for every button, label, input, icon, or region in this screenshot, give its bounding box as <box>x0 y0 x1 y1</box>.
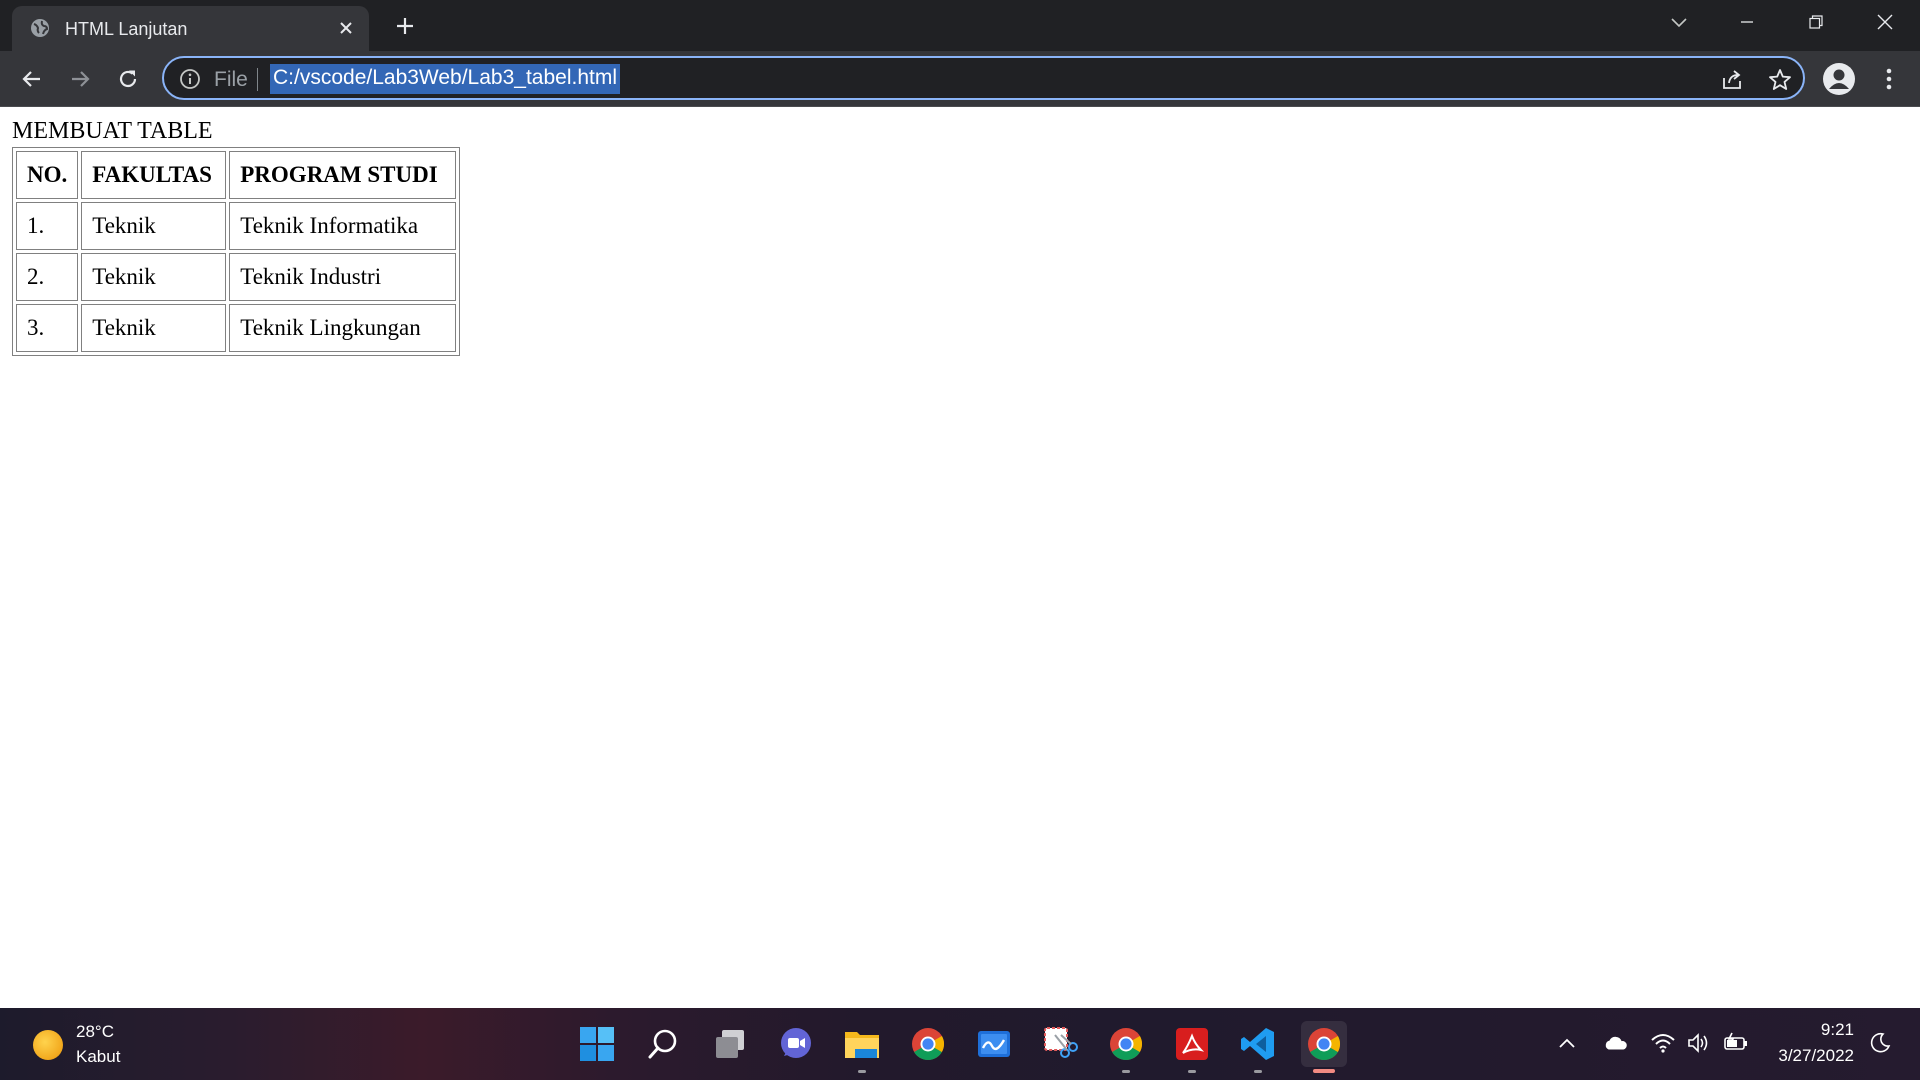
focus-assist-moon-icon[interactable] <box>1867 1030 1893 1056</box>
forward-arrow-icon[interactable] <box>62 61 98 97</box>
share-icon[interactable] <box>1719 67 1745 93</box>
running-indicator <box>858 1070 866 1073</box>
running-indicator <box>1188 1070 1196 1073</box>
reload-icon[interactable] <box>110 61 146 97</box>
more-menu-icon[interactable] <box>1874 63 1904 95</box>
cell-program-studi: Teknik Lingkungan <box>229 304 457 352</box>
clock-date: 3/27/2022 <box>1778 1046 1854 1065</box>
running-indicator <box>1122 1070 1130 1073</box>
wifi-icon[interactable] <box>1650 1030 1676 1056</box>
restore-icon[interactable] <box>1796 8 1836 36</box>
search-icon[interactable] <box>640 1021 686 1067</box>
cell-no: 1. <box>16 202 79 250</box>
clock-time: 9:21 <box>1820 1020 1854 1039</box>
site-info-icon[interactable] <box>179 68 201 90</box>
weather-condition: Kabut <box>76 1047 121 1066</box>
vscode-icon[interactable] <box>1235 1021 1281 1073</box>
address-bar[interactable]: File C:/vscode/Lab3Web/Lab3_tabel.html <box>162 56 1805 100</box>
page-viewport: MEMBUAT TABLE NO. FAKULTAS PROGRAM STUDI… <box>0 108 1920 1008</box>
tab-title: HTML Lanjutan <box>65 19 188 39</box>
new-tab-icon[interactable] <box>392 13 418 39</box>
start-icon[interactable] <box>574 1021 620 1067</box>
column-header-program-studi: PROGRAM STUDI <box>229 151 457 199</box>
cell-fakultas: Teknik <box>81 304 227 352</box>
column-header-no: NO. <box>16 151 79 199</box>
weather-temperature: 28°C <box>76 1022 114 1041</box>
whiteboard-icon[interactable] <box>971 1021 1017 1067</box>
teams-chat-icon[interactable] <box>773 1021 819 1067</box>
back-arrow-icon[interactable] <box>14 61 50 97</box>
browser-tab-strip: HTML Lanjutan <box>0 0 1920 51</box>
chrome-icon[interactable] <box>905 1021 951 1067</box>
address-separator <box>257 68 258 91</box>
browser-tab-active[interactable]: HTML Lanjutan <box>12 6 369 51</box>
cell-no: 3. <box>16 304 79 352</box>
globe-icon <box>29 17 51 39</box>
url-scheme-label: File <box>214 68 248 91</box>
battery-charging-icon[interactable] <box>1723 1030 1749 1056</box>
table-row: 3. Teknik Teknik Lingkungan <box>16 304 457 352</box>
close-window-icon[interactable] <box>1865 8 1905 36</box>
cell-fakultas: Teknik <box>81 202 227 250</box>
cell-program-studi: Teknik Industri <box>229 253 457 301</box>
table-row: 2. Teknik Teknik Industri <box>16 253 457 301</box>
tab-search-chevron-down-icon[interactable] <box>1659 8 1699 36</box>
minimize-icon[interactable] <box>1727 8 1767 36</box>
chrome-icon[interactable] <box>1301 1021 1347 1073</box>
volume-icon[interactable] <box>1685 1030 1711 1056</box>
snipping-tool-icon[interactable] <box>1037 1021 1083 1067</box>
browser-toolbar: File C:/vscode/Lab3Web/Lab3_tabel.html <box>0 51 1920 107</box>
active-indicator <box>1313 1069 1335 1073</box>
running-indicator <box>1254 1070 1262 1073</box>
cell-fakultas: Teknik <box>81 253 227 301</box>
show-hidden-icons-chevron-up-icon[interactable] <box>1554 1030 1580 1056</box>
page-heading: MEMBUAT TABLE <box>12 118 213 144</box>
bookmark-star-icon[interactable] <box>1767 67 1793 93</box>
cell-no: 2. <box>16 253 79 301</box>
profile-avatar-icon[interactable] <box>1823 63 1855 95</box>
cell-program-studi: Teknik Informatika <box>229 202 457 250</box>
close-tab-icon[interactable] <box>335 17 357 39</box>
chrome-icon[interactable] <box>1103 1021 1149 1073</box>
onedrive-cloud-icon[interactable] <box>1603 1030 1629 1056</box>
column-header-fakultas: FAKULTAS <box>81 151 227 199</box>
acrobat-icon[interactable] <box>1169 1021 1215 1073</box>
table-header-row: NO. FAKULTAS PROGRAM STUDI <box>16 151 457 199</box>
url-text[interactable]: C:/vscode/Lab3Web/Lab3_tabel.html <box>270 64 620 94</box>
file-explorer-icon[interactable] <box>839 1021 885 1073</box>
windows-taskbar: 28°C Kabut 9:21 3/27/2022 <box>0 1008 1920 1080</box>
table-row: 1. Teknik Teknik Informatika <box>16 202 457 250</box>
task-view-icon[interactable] <box>707 1021 753 1067</box>
data-table: NO. FAKULTAS PROGRAM STUDI 1. Teknik Tek… <box>12 147 461 356</box>
weather-sun-icon <box>33 1030 63 1060</box>
